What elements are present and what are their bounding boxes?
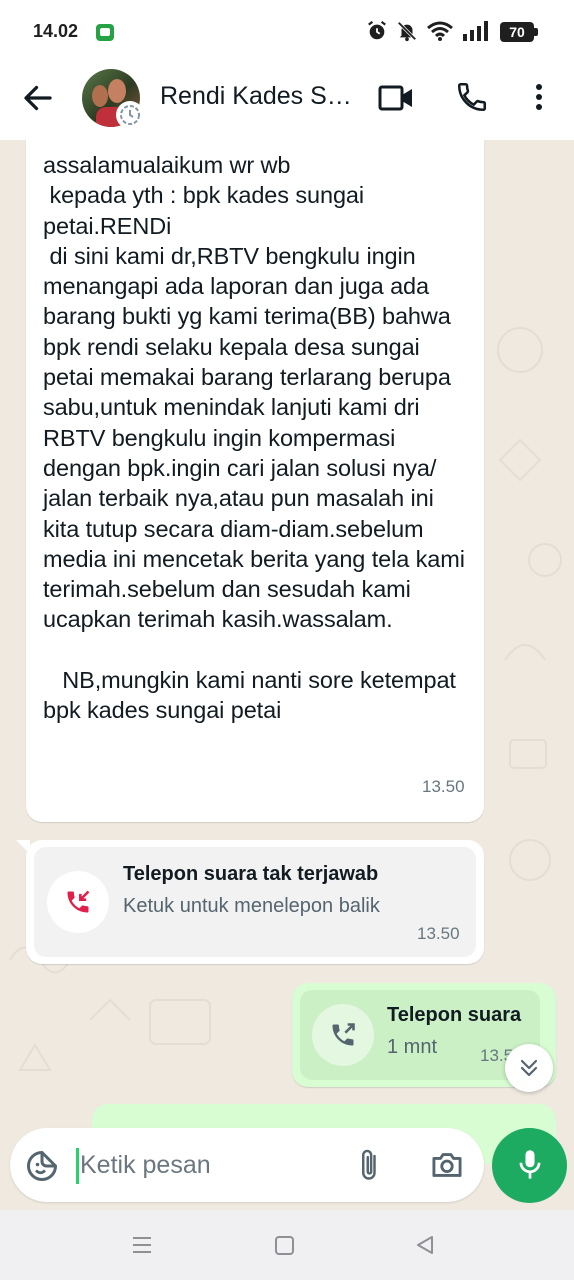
message-input[interactable] bbox=[80, 1146, 340, 1184]
camera-icon bbox=[432, 1153, 462, 1177]
missed-call-bubble[interactable]: Telepon suara tak terjawab Ketuk untuk m… bbox=[16, 840, 484, 964]
signal-icon bbox=[463, 21, 488, 41]
voice-call-card[interactable]: Telepon suara 1 mnt 13.55 bbox=[300, 990, 540, 1080]
bell-off-icon bbox=[397, 21, 417, 42]
battery-icon: 70 bbox=[500, 22, 538, 42]
missed-call-card[interactable]: Telepon suara tak terjawab Ketuk untuk m… bbox=[34, 847, 476, 957]
message-text: assalamualaikum wr wb kepada yth : bpk k… bbox=[43, 152, 465, 724]
missed-call-subtitle: Ketuk untuk menelepon balik bbox=[123, 895, 380, 917]
more-vert-icon bbox=[536, 84, 542, 110]
scroll-to-bottom-button[interactable] bbox=[505, 1044, 553, 1092]
outgoing-call-icon-wrap bbox=[312, 1004, 374, 1066]
voice-call-title: Telepon suara bbox=[387, 1004, 522, 1026]
home-icon[interactable] bbox=[275, 1236, 294, 1255]
video-call-button[interactable] bbox=[378, 82, 414, 119]
voice-call-duration: 1 mnt bbox=[387, 1036, 438, 1058]
nav-back-icon[interactable] bbox=[414, 1234, 436, 1256]
battery-level: 70 bbox=[500, 22, 534, 42]
status-icons bbox=[366, 20, 488, 42]
missed-call-icon-wrap bbox=[47, 871, 109, 933]
status-bar: 14.02 70 bbox=[0, 0, 574, 62]
system-nav-bar bbox=[0, 1210, 574, 1280]
status-time: 14.02 bbox=[33, 21, 79, 41]
video-call-icon bbox=[378, 85, 412, 111]
voice-message-button[interactable] bbox=[492, 1128, 567, 1203]
wifi-icon bbox=[427, 21, 453, 41]
phone-icon bbox=[457, 82, 487, 112]
voice-call-button[interactable] bbox=[455, 80, 489, 119]
camera-button[interactable] bbox=[430, 1149, 464, 1186]
message-time: 13.50 bbox=[417, 924, 460, 943]
more-options-button[interactable] bbox=[527, 80, 551, 119]
sticker-icon bbox=[27, 1150, 58, 1181]
attach-button[interactable] bbox=[356, 1147, 384, 1188]
outgoing-call-icon bbox=[332, 1023, 355, 1046]
recents-icon[interactable] bbox=[131, 1234, 153, 1256]
message-time: 13.50 bbox=[422, 777, 465, 796]
chat-header: Rendi Kades S… bbox=[0, 62, 574, 140]
text-cursor bbox=[76, 1148, 79, 1184]
contact-name[interactable]: Rendi Kades S… bbox=[160, 82, 352, 111]
back-button[interactable] bbox=[20, 80, 56, 116]
missed-call-icon bbox=[67, 890, 90, 913]
paperclip-icon bbox=[362, 1149, 376, 1180]
app-notification-icon bbox=[96, 24, 114, 41]
alarm-icon bbox=[368, 20, 386, 40]
mic-icon bbox=[519, 1150, 541, 1179]
message-bubble-incoming[interactable]: assalamualaikum wr wb kepada yth : bpk k… bbox=[26, 140, 484, 822]
back-arrow-icon bbox=[24, 85, 52, 111]
message-composer bbox=[10, 1128, 484, 1202]
double-chevron-down-icon bbox=[520, 1059, 538, 1077]
missed-call-title: Telepon suara tak terjawab bbox=[123, 863, 379, 885]
status-update-icon bbox=[116, 101, 144, 129]
chat-area[interactable]: assalamualaikum wr wb kepada yth : bpk k… bbox=[0, 140, 574, 1210]
sticker-button[interactable] bbox=[24, 1148, 60, 1189]
